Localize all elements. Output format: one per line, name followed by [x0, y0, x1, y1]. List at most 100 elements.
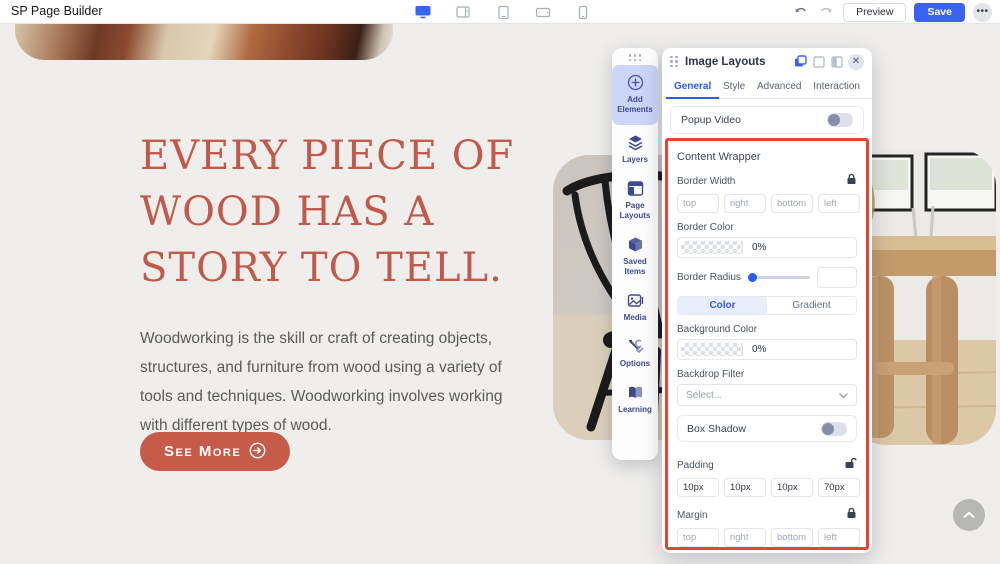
fill-type-switch: Color Gradient	[677, 296, 857, 315]
phone-portrait-icon[interactable]	[574, 3, 592, 21]
popup-video-toggle[interactable]	[827, 113, 853, 127]
tablet-icon[interactable]	[494, 3, 512, 21]
border-color-control[interactable]: 0%	[677, 237, 857, 258]
fill-tab-color[interactable]: Color	[678, 297, 767, 314]
arrow-right-circle-icon	[249, 442, 266, 462]
background-color-swatch[interactable]	[681, 343, 743, 356]
background-color-opacity[interactable]: 0%	[743, 340, 856, 359]
padding-top-input[interactable]	[677, 478, 719, 497]
tab-interaction[interactable]: Interaction	[813, 75, 860, 98]
scroll-to-top-button[interactable]	[953, 499, 985, 531]
sidebar-item-label: Add Elements	[614, 95, 656, 115]
sidebar-item-label: Learning	[618, 405, 652, 415]
fill-tab-gradient[interactable]: Gradient	[767, 297, 856, 314]
padding-left-input[interactable]	[818, 478, 860, 497]
sidebar-item-saved-items[interactable]: Saved Items	[612, 229, 658, 285]
see-more-button[interactable]: See More	[140, 432, 290, 471]
dock-right-icon[interactable]	[830, 55, 843, 68]
slider-knob[interactable]	[748, 273, 757, 282]
sidebar-item-learning[interactable]: Learning	[612, 377, 658, 423]
border-radius-input[interactable]	[817, 267, 857, 288]
padding-right-input[interactable]	[724, 478, 766, 497]
more-options-icon[interactable]: •••	[973, 3, 992, 22]
dock-left-icon[interactable]	[812, 55, 825, 68]
device-preview-switcher	[414, 0, 592, 24]
backdrop-filter-label: Backdrop Filter	[677, 369, 744, 380]
sidebar-item-page-layouts[interactable]: Page Layouts	[612, 173, 658, 229]
box-shadow-toggle[interactable]	[821, 422, 847, 436]
backdrop-filter-select[interactable]: Select...	[677, 384, 857, 406]
hero-wood-image	[15, 24, 393, 60]
unlock-icon[interactable]	[844, 456, 857, 474]
margin-right-input[interactable]	[724, 528, 766, 547]
box-shadow-row: Box Shadow	[677, 415, 857, 442]
sidebar-item-media[interactable]: Media	[612, 285, 658, 331]
margin-inputs	[677, 528, 857, 547]
tab-style[interactable]: Style	[723, 75, 745, 98]
padding-inputs	[677, 478, 857, 497]
border-width-label: Border Width	[677, 176, 735, 187]
content-wrapper-highlight: Content Wrapper Border Width Border Colo…	[665, 138, 869, 550]
laptop-icon[interactable]	[454, 3, 472, 21]
sidebar-item-add-elements[interactable]: Add Elements	[612, 65, 658, 125]
border-color-label: Border Color	[677, 222, 734, 233]
phone-landscape-icon[interactable]	[534, 3, 552, 21]
sidebar-item-options[interactable]: Options	[612, 331, 658, 377]
chevron-down-icon	[839, 386, 848, 404]
border-width-left-input[interactable]	[818, 194, 860, 213]
page-layouts-icon	[627, 180, 644, 197]
popup-video-row: Popup Video	[670, 106, 864, 134]
builder-sidebar: Add Elements Layers Page Layouts Saved I…	[612, 48, 658, 460]
redo-icon[interactable]	[817, 4, 835, 20]
tools-icon	[627, 338, 644, 355]
panel-drag-handle-icon[interactable]	[670, 56, 678, 68]
margin-top-input[interactable]	[677, 528, 719, 547]
border-width-inputs	[677, 194, 857, 213]
desktop-icon[interactable]	[414, 3, 432, 21]
panel-title: Image Layouts	[685, 56, 794, 68]
preview-button[interactable]: Preview	[843, 3, 906, 22]
border-color-swatch[interactable]	[681, 241, 743, 254]
section-title: Content Wrapper	[677, 151, 857, 163]
tab-advanced[interactable]: Advanced	[757, 75, 801, 98]
toolbar-actions: Preview Save •••	[791, 0, 992, 24]
page-headline: EVERY PIECE OF WOOD HAS A STORY TO TELL.	[140, 128, 530, 296]
close-icon[interactable]: ✕	[848, 54, 864, 70]
margin-label: Margin	[677, 510, 708, 521]
intro-paragraph: Woodworking is the skill or craft of cre…	[140, 324, 522, 440]
lock-icon[interactable]	[846, 506, 857, 524]
tab-general[interactable]: General	[674, 75, 711, 98]
undo-icon[interactable]	[791, 4, 809, 20]
app-title: SP Page Builder	[11, 4, 103, 18]
sidebar-drag-handle-icon[interactable]	[629, 54, 642, 61]
cube-icon	[627, 236, 644, 253]
sidebar-item-label: Layers	[622, 155, 648, 165]
border-color-opacity[interactable]: 0%	[743, 238, 856, 257]
border-radius-slider[interactable]	[748, 276, 810, 279]
sidebar-item-label: Options	[620, 359, 650, 369]
border-width-top-input[interactable]	[677, 194, 719, 213]
plus-circle-icon	[627, 74, 644, 91]
image-icon	[627, 292, 644, 309]
duplicate-icon[interactable]	[794, 55, 807, 68]
border-width-bottom-input[interactable]	[771, 194, 813, 213]
sidebar-item-layers[interactable]: Layers	[612, 127, 658, 173]
margin-bottom-input[interactable]	[771, 528, 813, 547]
border-radius-label: Border Radius	[677, 272, 741, 283]
headline-line-1: EVERY PIECE OF	[140, 128, 530, 184]
popup-video-label: Popup Video	[681, 114, 741, 126]
see-more-label: See More	[164, 443, 241, 460]
book-icon	[627, 384, 644, 401]
background-color-control[interactable]: 0%	[677, 339, 857, 360]
box-shadow-label: Box Shadow	[687, 423, 746, 435]
margin-left-input[interactable]	[818, 528, 860, 547]
border-width-right-input[interactable]	[724, 194, 766, 213]
panel-header: Image Layouts ✕	[662, 48, 872, 75]
padding-bottom-input[interactable]	[771, 478, 813, 497]
headline-line-3: STORY TO TELL.	[140, 240, 530, 296]
sidebar-item-label: Page Layouts	[614, 201, 656, 221]
sidebar-item-label: Media	[624, 313, 647, 323]
lock-icon[interactable]	[846, 172, 857, 190]
save-button[interactable]: Save	[914, 3, 965, 22]
top-toolbar: SP Page Builder	[0, 0, 1000, 24]
